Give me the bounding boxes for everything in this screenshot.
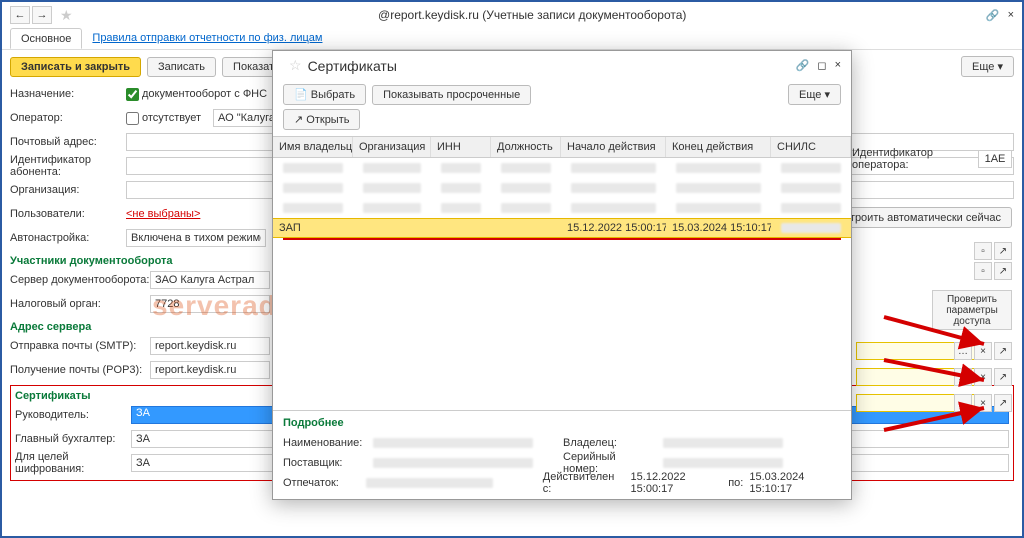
details-panel: Подробнее Наименование: Владелец: Постав… — [273, 410, 851, 499]
details-header: Подробнее — [283, 417, 841, 429]
save-close-button[interactable]: Записать и закрыть — [10, 57, 141, 77]
col-org[interactable]: Организация — [353, 137, 431, 157]
det-valid-from-label: Действителен с: — [543, 471, 625, 495]
det-valid-from: 15.12.2022 15:00:17 — [631, 471, 723, 495]
red-underline — [283, 238, 841, 240]
det-name-label: Наименование: — [283, 437, 363, 449]
modal-restore-icon[interactable]: ◻ — [817, 59, 826, 72]
more-button[interactable]: Еще ▾ — [961, 56, 1014, 77]
tab-rules[interactable]: Правила отправки отчетности по физ. лица… — [82, 28, 332, 49]
table-row-selected: ЗАП 15.12.2022 15:00:17 15.03.2024 15:10… — [273, 218, 851, 238]
tax-input[interactable] — [150, 295, 270, 313]
fns-checkbox[interactable]: документооборот с ФНС — [126, 88, 267, 101]
srv-open-2[interactable]: ▫ — [974, 262, 992, 280]
users-label: Пользователи: — [10, 208, 126, 220]
tax-label: Налоговый орган: — [10, 298, 150, 310]
col-owner[interactable]: Имя владельца — [273, 137, 353, 157]
col-inn[interactable]: ИНН — [431, 137, 491, 157]
table-row — [273, 178, 851, 198]
main-tabs: Основное Правила отправки отчетности по … — [2, 28, 1022, 50]
show-expired-button[interactable]: Показывать просроченные — [372, 85, 531, 105]
col-end[interactable]: Конец действия — [666, 137, 771, 157]
window-title: @report.keydisk.ru (Учетные записи докум… — [79, 8, 986, 22]
col-pos[interactable]: Должность — [491, 137, 561, 157]
cert2-link[interactable]: ↗ — [994, 368, 1012, 386]
abon-label: Идентификатор абонента: — [10, 154, 126, 178]
cert3-link[interactable]: ↗ — [994, 394, 1012, 412]
modal-star-icon[interactable]: ☆ — [289, 57, 302, 74]
users-link[interactable]: <не выбраны> — [126, 208, 200, 220]
cert1-link[interactable]: ↗ — [994, 342, 1012, 360]
modal-close-icon[interactable]: × — [835, 59, 841, 72]
link-icon[interactable]: 🔗 — [986, 9, 1000, 22]
right-column: Идентификатор оператора: — [852, 147, 1012, 175]
smtp-input[interactable] — [150, 337, 270, 355]
det-owner-label: Владелец: — [563, 437, 653, 449]
save-button[interactable]: Записать — [147, 57, 216, 77]
srv-open-1[interactable]: ▫ — [974, 242, 992, 260]
select-button[interactable]: 📄 Выбрать — [283, 84, 366, 105]
docserver-label: Сервер документооборота: — [10, 274, 150, 286]
pop3-label: Получение почты (POP3): — [10, 364, 150, 376]
cert3-x[interactable]: × — [974, 394, 992, 412]
favorite-icon[interactable]: ★ — [60, 7, 73, 24]
det-to-label: по: — [728, 477, 743, 489]
close-icon[interactable]: × — [1008, 9, 1014, 22]
acc-cert-label: Главный бухгалтер: — [15, 433, 131, 445]
col-snils[interactable]: СНИЛС — [771, 137, 851, 157]
modal-title: Сертификаты — [308, 58, 796, 74]
cert3-dots[interactable]: … — [954, 394, 972, 412]
grid-body[interactable]: ЗАП 15.12.2022 15:00:17 15.03.2024 15:10… — [273, 158, 851, 410]
grid-header: Имя владельца Организация ИНН Должность … — [273, 136, 851, 158]
smtp-label: Отправка почты (SMTP): — [10, 340, 150, 352]
table-row — [273, 198, 851, 218]
det-print-label: Отпечаток: — [283, 477, 356, 489]
check-access-button[interactable]: Проверить параметры доступа — [932, 290, 1012, 330]
cert2-x[interactable]: × — [974, 368, 992, 386]
id-op-label: Идентификатор оператора: — [852, 147, 974, 171]
head-cert-label: Руководитель: — [15, 409, 131, 421]
cert1-dots[interactable]: … — [954, 342, 972, 360]
srv-link-1[interactable]: ↗ — [994, 242, 1012, 260]
col-start[interactable]: Начало действия — [561, 137, 666, 157]
titlebar: ← → ★ @report.keydisk.ru (Учетные записи… — [2, 2, 1022, 28]
auto-input[interactable] — [126, 229, 266, 247]
srv-link-2[interactable]: ↗ — [994, 262, 1012, 280]
det-vendor-label: Поставщик: — [283, 457, 363, 469]
mail-label: Почтовый адрес: — [10, 136, 126, 148]
operator-label: Оператор: — [10, 112, 126, 124]
table-row — [273, 158, 851, 178]
modal-more-button[interactable]: Еще ▾ — [788, 84, 841, 105]
id-op-input[interactable] — [978, 150, 1012, 168]
docserver-input[interactable] — [150, 271, 270, 289]
back-button[interactable]: ← — [10, 6, 30, 24]
absent-checkbox[interactable]: отсутствует — [126, 112, 201, 125]
det-valid-to: 15.03.2024 15:10:17 — [749, 471, 841, 495]
auto-label: Автонастройка: — [10, 232, 126, 244]
tab-main[interactable]: Основное — [10, 28, 82, 49]
pop3-input[interactable] — [150, 361, 270, 379]
modal-link-icon[interactable]: 🔗 — [796, 59, 810, 72]
certificates-modal: ☆ Сертификаты 🔗 ◻ × 📄 Выбрать Показывать п… — [272, 50, 852, 500]
cert1-x[interactable]: × — [974, 342, 992, 360]
enc-cert-label: Для целей шифрования: — [15, 451, 131, 475]
window-controls: 🔗 × — [986, 9, 1014, 22]
forward-button[interactable]: → — [32, 6, 52, 24]
org-label: Организация: — [10, 184, 126, 196]
open-button[interactable]: ↗ Открыть — [283, 109, 360, 130]
purpose-label: Назначение: — [10, 88, 126, 100]
cert2-dots[interactable]: … — [954, 368, 972, 386]
